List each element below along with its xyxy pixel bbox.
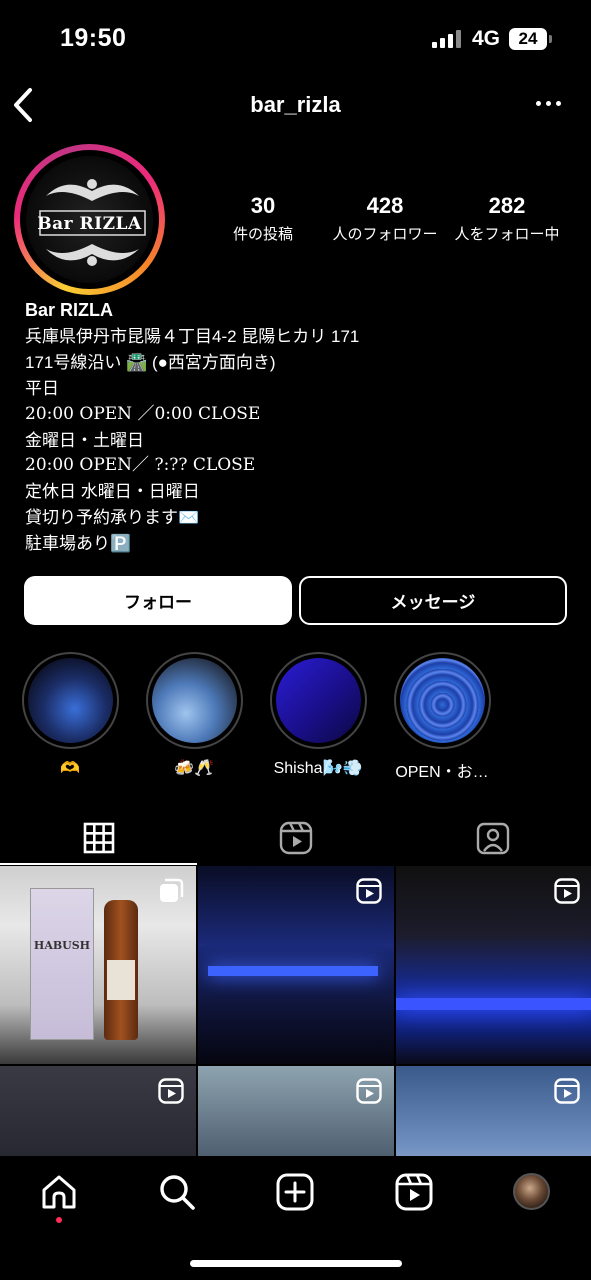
counter-light [396, 998, 591, 1010]
posts-grid: HABUSH [0, 866, 591, 1156]
story-highlight[interactable]: Shisha🌬️💨 [268, 652, 368, 778]
reels-nav-icon[interactable] [394, 1172, 434, 1212]
post-thumbnail[interactable]: HABUSH [0, 866, 196, 1064]
followers-count-value: 428 [366, 193, 404, 218]
bio-line: 20:00 OPEN／ ?:?? CLOSE [25, 455, 256, 476]
create-post-icon[interactable] [275, 1172, 315, 1212]
highlight-thumbnail [399, 658, 485, 743]
bio-line: 貸切り予約承ります✉️ [25, 508, 200, 528]
battery-icon: 24 [509, 28, 547, 50]
avatar[interactable]: Bar RIZLA [20, 150, 159, 289]
followers-count[interactable]: 428 人のフォロワー [326, 193, 444, 244]
tab-tagged[interactable] [394, 808, 591, 868]
post-thumbnail[interactable] [0, 1066, 196, 1156]
grid-icon [83, 822, 114, 854]
highlight-thumbnail [151, 658, 237, 743]
battery-tip [549, 35, 552, 43]
counter-light [208, 966, 378, 976]
reel-icon [554, 1078, 580, 1104]
reels-icon [279, 821, 312, 855]
post-thumbnail[interactable] [396, 866, 591, 1064]
reel-icon [356, 1078, 382, 1104]
profile-avatar-icon[interactable] [513, 1173, 550, 1210]
follow-button[interactable]: フォロー [24, 576, 292, 625]
followers-count-label: 人のフォロワー [332, 226, 438, 243]
following-count-value: 282 [488, 193, 526, 218]
highlight-label: Shisha🌬️💨 [273, 760, 363, 777]
highlight-label: 🫶 [60, 760, 80, 777]
status-bar: 19:50 4G 24 [0, 0, 591, 80]
highlight-thumbnail [275, 658, 361, 743]
search-icon[interactable] [157, 1172, 197, 1212]
carousel-icon [160, 878, 184, 902]
home-icon[interactable] [39, 1172, 79, 1212]
tab-reels[interactable] [197, 808, 394, 868]
bottom-nav [0, 1156, 591, 1280]
network-label: 4G [472, 27, 501, 50]
highlight-thumbnail [27, 658, 113, 743]
home-indicator [190, 1260, 402, 1267]
post-thumbnail[interactable] [198, 1066, 394, 1156]
reel-icon [554, 878, 580, 904]
following-count-label: 人をフォロー中 [454, 226, 560, 243]
following-count[interactable]: 282 人をフォロー中 [444, 193, 570, 244]
profile-bio: Bar RIZLA 兵庫県伊丹市昆陽４丁目4-2 昆陽ヒカリ 171 171号線… [25, 298, 575, 557]
reel-icon [356, 878, 382, 904]
message-button[interactable]: メッセージ [299, 576, 567, 625]
story-highlight[interactable]: 🫶 [20, 652, 120, 778]
more-options-icon[interactable] [536, 101, 561, 106]
bio-line: 20:00 OPEN ／0:00 CLOSE [25, 403, 261, 424]
bio-line: 金曜日・土曜日 [25, 430, 144, 450]
bio-line: 兵庫県伊丹市昆陽４丁目4-2 昆陽ヒカリ 171 [25, 326, 360, 346]
posts-count-value: 30 [250, 193, 276, 218]
posts-count-label: 件の投稿 [232, 226, 293, 243]
profile-tabs [0, 808, 591, 868]
tagged-person-icon [476, 822, 509, 855]
bio-line: 駐車場あり🅿️ [25, 534, 132, 554]
bio-line: 定休日 水曜日・日曜日 [25, 482, 200, 502]
habush-label: HABUSH [33, 939, 91, 952]
posts-count[interactable]: 30 件の投稿 [200, 193, 326, 244]
bio-line: 171号線沿い 🛣️ (●西宮方面向き) [25, 352, 276, 372]
signal-icon [432, 30, 461, 48]
page-title: bar_rizla [250, 92, 341, 117]
story-highlight[interactable]: OPEN・お… [392, 652, 492, 782]
story-highlight[interactable]: 🍻🥂 [144, 652, 244, 778]
bottle [104, 900, 138, 1040]
avatar-logo-text: Bar RIZLA [37, 214, 142, 234]
highlight-label: OPEN・お… [395, 764, 489, 781]
profile-name: Bar RIZLA [25, 300, 114, 320]
post-thumbnail[interactable] [198, 866, 394, 1064]
notification-dot [56, 1217, 62, 1223]
post-thumbnail[interactable] [396, 1066, 591, 1156]
highlight-label: 🍻🥂 [174, 760, 214, 777]
bottle-label [107, 960, 135, 1000]
tab-active-indicator [0, 863, 197, 865]
tab-posts-grid[interactable] [0, 808, 197, 868]
reel-icon [158, 1078, 184, 1104]
profile-stats: 30 件の投稿 428 人のフォロワー 282 人をフォロー中 [200, 193, 580, 244]
bottle-box: HABUSH [30, 888, 94, 1040]
status-time: 19:50 [60, 24, 127, 52]
bio-line: 平日 [25, 378, 59, 398]
